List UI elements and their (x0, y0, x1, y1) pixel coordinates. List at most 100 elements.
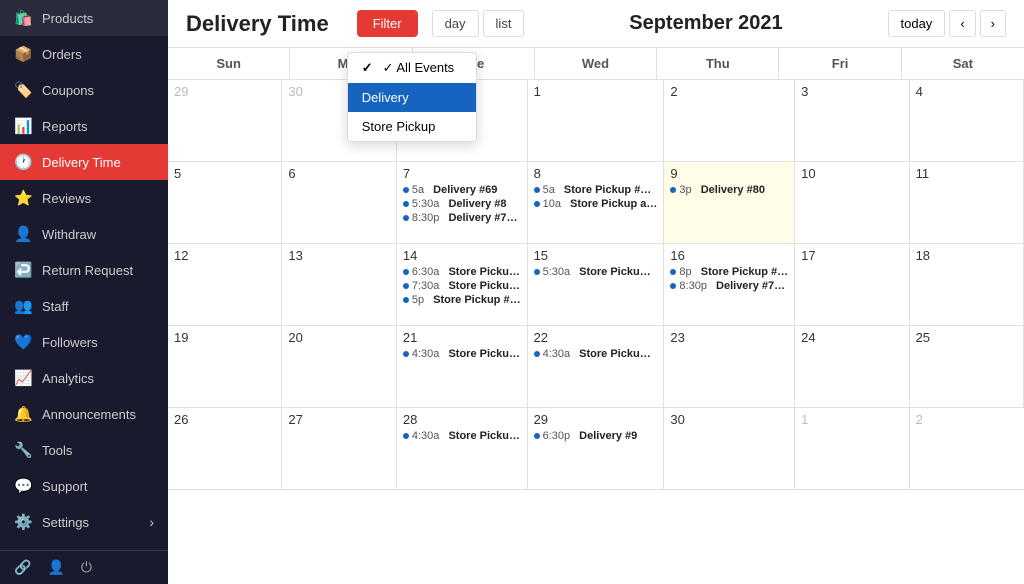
cal-cell[interactable]: 26 (168, 408, 282, 490)
sidebar-item-return-request[interactable]: ↩️ Return Request (0, 252, 168, 288)
event-time: 5a (543, 184, 555, 196)
link-icon[interactable]: 🔗 (14, 559, 31, 576)
sidebar-item-analytics[interactable]: 📈 Analytics (0, 360, 168, 396)
cal-event[interactable]: 8:30p Delivery #7… (403, 212, 521, 224)
today-button[interactable]: today (888, 10, 946, 37)
cal-date: 9 (670, 166, 788, 181)
sidebar-item-followers[interactable]: 💙 Followers (0, 324, 168, 360)
cal-cell[interactable]: 23 (664, 326, 795, 408)
cal-event[interactable]: 7:30a Store Picku… (403, 280, 521, 292)
cal-cell[interactable]: 6 (282, 162, 396, 244)
cal-event[interactable]: 5:30a Store Picku… (534, 266, 658, 278)
event-time: 4:30a (543, 348, 571, 360)
cal-cell[interactable]: 28 4:30a Store Picku… (397, 408, 528, 490)
cal-cell[interactable]: 296:30p Delivery #9 (528, 408, 665, 490)
cal-date: 22 (534, 330, 658, 345)
cal-date: 3 (801, 84, 902, 99)
event-label: Store Picku… (579, 266, 651, 278)
delivery-time-icon: 🕐 (14, 153, 32, 171)
cal-cell[interactable]: 25 (910, 326, 1024, 408)
cal-cell[interactable]: 3 (795, 80, 909, 162)
staff-icon: 👥 (14, 297, 32, 315)
day-tab[interactable]: day (432, 10, 479, 37)
event-dot (403, 297, 409, 303)
dropdown-option-store-pickup[interactable]: Store Pickup (348, 112, 476, 141)
cal-cell[interactable]: 155:30a Store Picku… (528, 244, 665, 326)
sidebar-item-announcements[interactable]: 🔔 Announcements (0, 396, 168, 432)
cal-event[interactable]: 5:30a Delivery #8 (403, 198, 521, 210)
cal-event[interactable]: 6:30p Delivery #9 (534, 430, 658, 442)
list-tab[interactable]: list (483, 10, 525, 37)
cal-cell[interactable]: 2 (664, 80, 795, 162)
sidebar-label-return-request: Return Request (42, 263, 133, 278)
cal-cell[interactable]: 10 (795, 162, 909, 244)
cal-cell[interactable]: 85a Store Pickup #…10a Store Pickup a… (528, 162, 665, 244)
sidebar-item-settings[interactable]: ⚙️ Settings › (0, 504, 168, 540)
cal-cell[interactable]: 214:30a Store Picku… (397, 326, 528, 408)
cal-cell[interactable]: 1 (528, 80, 665, 162)
cal-date: 28 (403, 412, 521, 427)
cal-date: 6 (288, 166, 389, 181)
user-icon[interactable]: 👤 (47, 559, 64, 576)
calendar: SunMonTueWedThuFriSat 29303112345675a De… (168, 48, 1024, 584)
cal-cell[interactable]: 18 (910, 244, 1024, 326)
event-time: 6:30p (543, 430, 571, 442)
cal-cell[interactable]: 4 (910, 80, 1024, 162)
sidebar-item-tools[interactable]: 🔧 Tools (0, 432, 168, 468)
cal-event[interactable]: 5a Store Pickup #… (534, 184, 658, 196)
cal-event[interactable]: 10a Store Pickup a… (534, 198, 658, 210)
cal-cell[interactable]: 2 (910, 408, 1024, 490)
cal-event[interactable]: 8p Store Pickup #… (670, 266, 788, 278)
cal-cell[interactable]: 9 3p Delivery #80 (664, 162, 795, 244)
sidebar-item-reviews[interactable]: ⭐ Reviews (0, 180, 168, 216)
cal-cell[interactable]: 75a Delivery #695:30a Delivery #88:30p D… (397, 162, 528, 244)
cal-header-sun: Sun (168, 48, 290, 79)
sidebar-item-orders[interactable]: 📦 Orders (0, 36, 168, 72)
event-dot (534, 187, 540, 193)
prev-month-button[interactable]: ‹ (949, 10, 975, 37)
sidebar-item-staff[interactable]: 👥 Staff (0, 288, 168, 324)
cal-cell[interactable]: 12 (168, 244, 282, 326)
cal-cell[interactable]: 11 (910, 162, 1024, 244)
sidebar-item-withdraw[interactable]: 👤 Withdraw (0, 216, 168, 252)
cal-event[interactable]: 4:30a Store Picku… (403, 348, 521, 360)
cal-cell[interactable]: 24 (795, 326, 909, 408)
event-label: Store Picku… (448, 430, 520, 442)
cal-cell[interactable]: 20 (282, 326, 396, 408)
sidebar-item-coupons[interactable]: 🏷️ Coupons (0, 72, 168, 108)
cal-event[interactable]: 6:30a Store Picku… (403, 266, 521, 278)
event-time: 7:30a (412, 280, 440, 292)
cal-cell[interactable]: 168p Store Pickup #…8:30p Delivery #7… (664, 244, 795, 326)
cal-event[interactable]: 4:30a Store Picku… (403, 430, 521, 442)
power-icon[interactable]: ⏻ (81, 559, 92, 576)
sidebar-item-products[interactable]: 🛍️ Products (0, 0, 168, 36)
cal-cell[interactable]: 13 (282, 244, 396, 326)
cal-event[interactable]: 5a Delivery #69 (403, 184, 521, 196)
cal-header-thu: Thu (657, 48, 779, 79)
cal-cell[interactable]: 19 (168, 326, 282, 408)
sidebar-item-support[interactable]: 💬 Support (0, 468, 168, 504)
cal-cell[interactable]: 30 (664, 408, 795, 490)
dropdown-option-all-events[interactable]: ✓ All Events (348, 53, 476, 83)
cal-cell[interactable]: 5 (168, 162, 282, 244)
cal-cell[interactable]: 22 4:30a Store Picku… (528, 326, 665, 408)
event-label: Store Pickup #… (701, 266, 788, 278)
next-month-button[interactable]: › (980, 10, 1006, 37)
arrow-icon: › (149, 514, 154, 530)
cal-header-fri: Fri (779, 48, 901, 79)
cal-cell[interactable]: 1 (795, 408, 909, 490)
cal-event[interactable]: 4:30a Store Picku… (534, 348, 658, 360)
cal-event[interactable]: 8:30p Delivery #7… (670, 280, 788, 292)
cal-event[interactable]: 5p Store Pickup #… (403, 294, 521, 306)
cal-cell[interactable]: 29 (168, 80, 282, 162)
dropdown-option-delivery[interactable]: Delivery (348, 83, 476, 112)
sidebar-label-coupons: Coupons (42, 83, 94, 98)
sidebar-item-reports[interactable]: 📊 Reports (0, 108, 168, 144)
sidebar-item-delivery-time[interactable]: 🕐 Delivery Time (0, 144, 168, 180)
cal-cell[interactable]: 146:30a Store Picku…7:30a Store Picku…5p… (397, 244, 528, 326)
cal-event[interactable]: 3p Delivery #80 (670, 184, 788, 196)
filter-button[interactable]: Filter (357, 10, 418, 37)
cal-cell[interactable]: 27 (282, 408, 396, 490)
cal-cell[interactable]: 17 (795, 244, 909, 326)
sidebar-label-settings: Settings (42, 515, 89, 530)
